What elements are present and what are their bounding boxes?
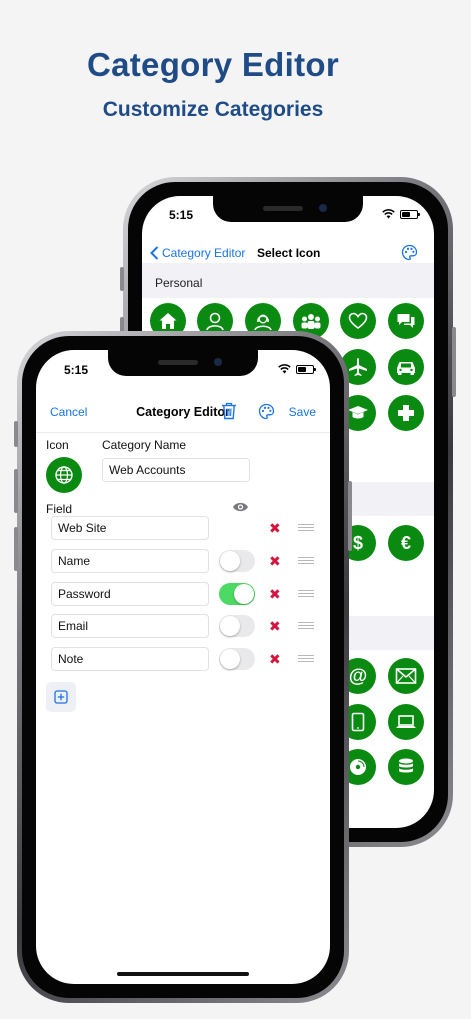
back-button[interactable]: Category Editor	[150, 246, 245, 260]
delete-field-icon[interactable]: ✖	[269, 587, 281, 601]
palette-icon	[258, 403, 275, 420]
palette-icon	[401, 244, 418, 261]
status-indicators	[278, 364, 316, 374]
globe-icon[interactable]	[46, 457, 82, 493]
category-name-input[interactable]	[102, 458, 250, 482]
status-time: 5:15	[169, 208, 194, 222]
field-toggle[interactable]	[219, 550, 255, 572]
category-editor-navbar: Cancel Category Editor Save	[36, 392, 330, 433]
wifi-icon	[382, 209, 395, 219]
field-input-name[interactable]	[51, 549, 209, 573]
field-input-password[interactable]	[51, 582, 209, 606]
section-header-personal: Personal	[142, 263, 434, 298]
add-field-button[interactable]	[46, 682, 76, 712]
laptop-icon[interactable]	[388, 704, 424, 740]
status-indicators	[382, 209, 420, 219]
field-toggle[interactable]	[219, 648, 255, 670]
chevron-left-icon	[150, 246, 159, 260]
delete-button[interactable]	[221, 402, 237, 423]
delete-field-icon[interactable]: ✖	[269, 619, 281, 633]
svg-text:€: €	[401, 533, 411, 553]
trash-icon	[222, 402, 236, 420]
field-toggle[interactable]	[219, 583, 255, 605]
wifi-icon	[278, 364, 291, 374]
envelope-icon[interactable]	[388, 658, 424, 694]
eye-icon	[233, 502, 248, 512]
page-title: Select Icon	[257, 246, 321, 260]
hero-title: Category Editor	[86, 46, 340, 83]
palette-button[interactable]	[258, 403, 275, 423]
front-phone-frame: 5:15 Cancel Category Editor Save Icon Ca…	[14, 331, 352, 1003]
car-icon[interactable]	[388, 349, 424, 385]
drag-handle-icon[interactable]	[298, 590, 314, 598]
back-button-label: Category Editor	[162, 246, 246, 260]
chat-icon[interactable]	[388, 303, 424, 339]
delete-field-icon[interactable]: ✖	[269, 554, 281, 568]
hero-subtitle: Customize Categories	[102, 98, 324, 121]
plus-icon[interactable]	[388, 395, 424, 431]
icon-label: Icon	[46, 438, 69, 452]
drag-handle-icon[interactable]	[298, 557, 314, 565]
heart-icon[interactable]	[340, 303, 376, 339]
battery-icon	[400, 209, 420, 219]
field-toggle[interactable]	[219, 615, 255, 637]
delete-field-icon[interactable]: ✖	[269, 652, 281, 666]
svg-text:@: @	[349, 666, 368, 687]
battery-icon	[296, 364, 316, 374]
euro-icon[interactable]: €	[388, 525, 424, 561]
page-title: Category Editor	[136, 405, 230, 419]
field-input-email[interactable]	[51, 614, 209, 638]
svg-text:$: $	[353, 533, 363, 553]
drag-handle-icon[interactable]	[298, 655, 314, 663]
category-editor-screen: 5:15 Cancel Category Editor Save Icon Ca…	[36, 350, 330, 984]
save-button[interactable]: Save	[289, 405, 316, 419]
home-indicator[interactable]	[117, 972, 249, 976]
plus-square-icon	[54, 690, 68, 704]
delete-field-icon[interactable]: ✖	[269, 521, 281, 535]
category-name-label: Category Name	[102, 438, 187, 452]
visibility-button[interactable]	[232, 500, 249, 518]
database-icon[interactable]	[388, 749, 424, 785]
field-input-web-site[interactable]	[51, 516, 209, 540]
field-input-note[interactable]	[51, 647, 209, 671]
status-time: 5:15	[64, 363, 89, 377]
field-label: Field	[46, 502, 73, 516]
drag-handle-icon[interactable]	[298, 622, 314, 630]
drag-handle-icon[interactable]	[298, 524, 314, 532]
